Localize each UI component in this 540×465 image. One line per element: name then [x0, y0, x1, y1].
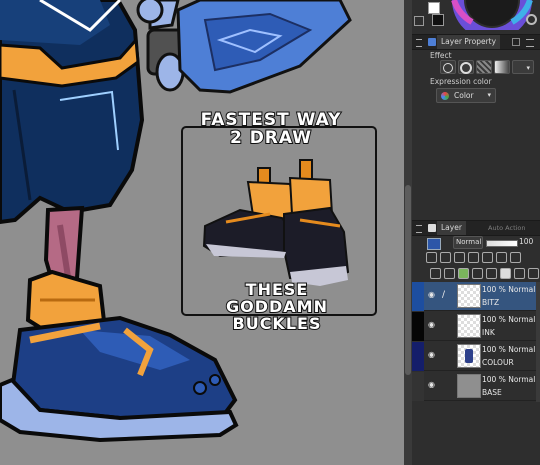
layer-color-bar	[412, 312, 424, 341]
blend-mode-value: Normal	[456, 238, 482, 246]
layer-thumbnail	[457, 374, 481, 398]
new-folder-icon[interactable]	[458, 268, 469, 279]
main-color-swatch[interactable]	[428, 2, 440, 14]
layer-opacity-mode: 100 % Normal	[482, 315, 536, 324]
layer-name: COLOUR	[482, 358, 514, 367]
lock-transparent-icon[interactable]	[426, 252, 437, 263]
layer-name: INK	[482, 328, 495, 337]
canvas-scrollbar-thumb[interactable]	[405, 185, 411, 375]
character-artwork	[0, 0, 377, 443]
keyblade-drawing	[136, 0, 352, 94]
caption-bottom-line-3: BUCKLES	[232, 313, 322, 333]
layer-list: ◉ ∕ 100 % Normal BITZ ◉ 100 % Normal INK…	[412, 282, 536, 402]
drawing-canvas[interactable]: FASTEST WAY 2 DRAW THESE GODDAMN BUCKLES	[0, 0, 412, 465]
new-vector-layer-icon[interactable]	[444, 268, 455, 279]
circle-icon	[443, 63, 453, 73]
transparent-swatch[interactable]	[414, 16, 424, 26]
ring-icon	[460, 62, 472, 74]
color-wheel-area[interactable]	[412, 0, 540, 40]
reference-layer-icon[interactable]	[454, 252, 465, 263]
settings-gear-icon[interactable]	[526, 14, 537, 25]
layer-thumbnail	[457, 314, 481, 338]
opacity-slider[interactable]	[486, 240, 518, 247]
lock-layer-icon[interactable]	[482, 252, 493, 263]
property-panel-body	[412, 108, 540, 218]
layer-color-swatch[interactable]	[427, 238, 441, 250]
layer-property-tab-icon	[428, 38, 436, 46]
chevron-down-icon: ▾	[487, 91, 491, 99]
eye-icon[interactable]: ◉	[428, 291, 438, 299]
layer-tab-icon	[428, 224, 436, 232]
layer-opacity-mode: 100 % Normal	[482, 375, 536, 384]
layer-name: BASE	[482, 388, 502, 397]
effect-gradient-button[interactable]	[494, 60, 510, 74]
layer-property-tabbar: Layer Property	[412, 34, 540, 50]
layer-list-scrollbar[interactable]	[536, 282, 540, 402]
draft-layer-icon[interactable]	[468, 252, 479, 263]
panel-menu-icon[interactable]	[416, 225, 422, 233]
tab-extra-icon[interactable]	[512, 38, 520, 46]
panel-menu-icon[interactable]	[416, 39, 422, 47]
effect-tone-button[interactable]	[476, 60, 492, 74]
opacity-value[interactable]: 100	[519, 237, 533, 246]
layer-tabbar: Layer Auto Action	[412, 220, 540, 236]
sub-color-swatch[interactable]	[432, 14, 444, 26]
merge-down-icon[interactable]	[486, 268, 497, 279]
effect-more-button[interactable]: ▾	[512, 60, 534, 74]
tab-layer-property[interactable]: Layer Property	[437, 35, 501, 49]
layer-panel-empty-area	[412, 404, 540, 465]
panel-options-icon[interactable]	[526, 39, 534, 47]
tab-auto-action[interactable]: Auto Action	[484, 221, 530, 235]
caption-top: FASTEST WAY 2 DRAW	[196, 110, 346, 148]
caption-bottom: THESE GODDAMN BUCKLES	[212, 280, 342, 333]
lock-alpha-icon[interactable]	[496, 252, 507, 263]
layer-name: BITZ	[482, 298, 500, 307]
eye-icon[interactable]: ◉	[428, 381, 438, 389]
layer-color-bar	[412, 282, 424, 311]
clip-layer-icon[interactable]	[440, 252, 451, 263]
color-palette-icon	[441, 92, 449, 100]
delete-layer-icon[interactable]	[528, 268, 539, 279]
eye-icon[interactable]: ◉	[428, 351, 438, 359]
apply-mask-icon[interactable]	[514, 268, 525, 279]
effect-border-button[interactable]	[440, 60, 456, 74]
layer-color-bar	[412, 342, 424, 371]
layer-row-colour[interactable]: ◉ 100 % Normal COLOUR	[412, 342, 536, 371]
expression-color-value: Color	[454, 91, 474, 100]
chevron-down-icon: ▾	[526, 64, 530, 72]
character-shoe	[0, 269, 239, 443]
blend-mode-dropdown[interactable]: Normal	[453, 236, 483, 249]
layer-thumbnail	[457, 284, 481, 308]
transfer-down-icon[interactable]	[472, 268, 483, 279]
layer-row-base[interactable]: ◉ 100 % Normal BASE	[412, 372, 536, 401]
right-panel: Layer Property Effect ▾ Expression color…	[412, 0, 540, 465]
character-shorts	[0, 0, 145, 225]
effect-label: Effect	[430, 51, 452, 60]
tab-layer[interactable]: Layer	[437, 221, 466, 235]
layer-thumbnail	[457, 344, 481, 368]
caption-top-line-2: 2 DRAW	[229, 127, 313, 148]
effect-watercolor-button[interactable]	[458, 60, 474, 74]
layer-color-bar	[412, 372, 424, 401]
layer-opacity-mode: 100 % Normal	[482, 285, 536, 294]
eye-icon[interactable]: ◉	[428, 321, 438, 329]
layer-row-bitz[interactable]: ◉ ∕ 100 % Normal BITZ	[412, 282, 536, 311]
expression-color-dropdown[interactable]: Color ▾	[436, 88, 496, 103]
layer-mask-icon[interactable]	[510, 252, 521, 263]
layer-row-ink[interactable]: ◉ 100 % Normal INK	[412, 312, 536, 341]
pen-edit-icon: ∕	[442, 290, 446, 300]
layer-opacity-mode: 100 % Normal	[482, 345, 536, 354]
new-raster-layer-icon[interactable]	[430, 268, 441, 279]
thumbnail-figure	[465, 349, 473, 363]
reference-shoes-image	[202, 159, 350, 286]
expression-color-label: Expression color	[430, 77, 492, 86]
create-mask-icon[interactable]	[500, 268, 511, 279]
